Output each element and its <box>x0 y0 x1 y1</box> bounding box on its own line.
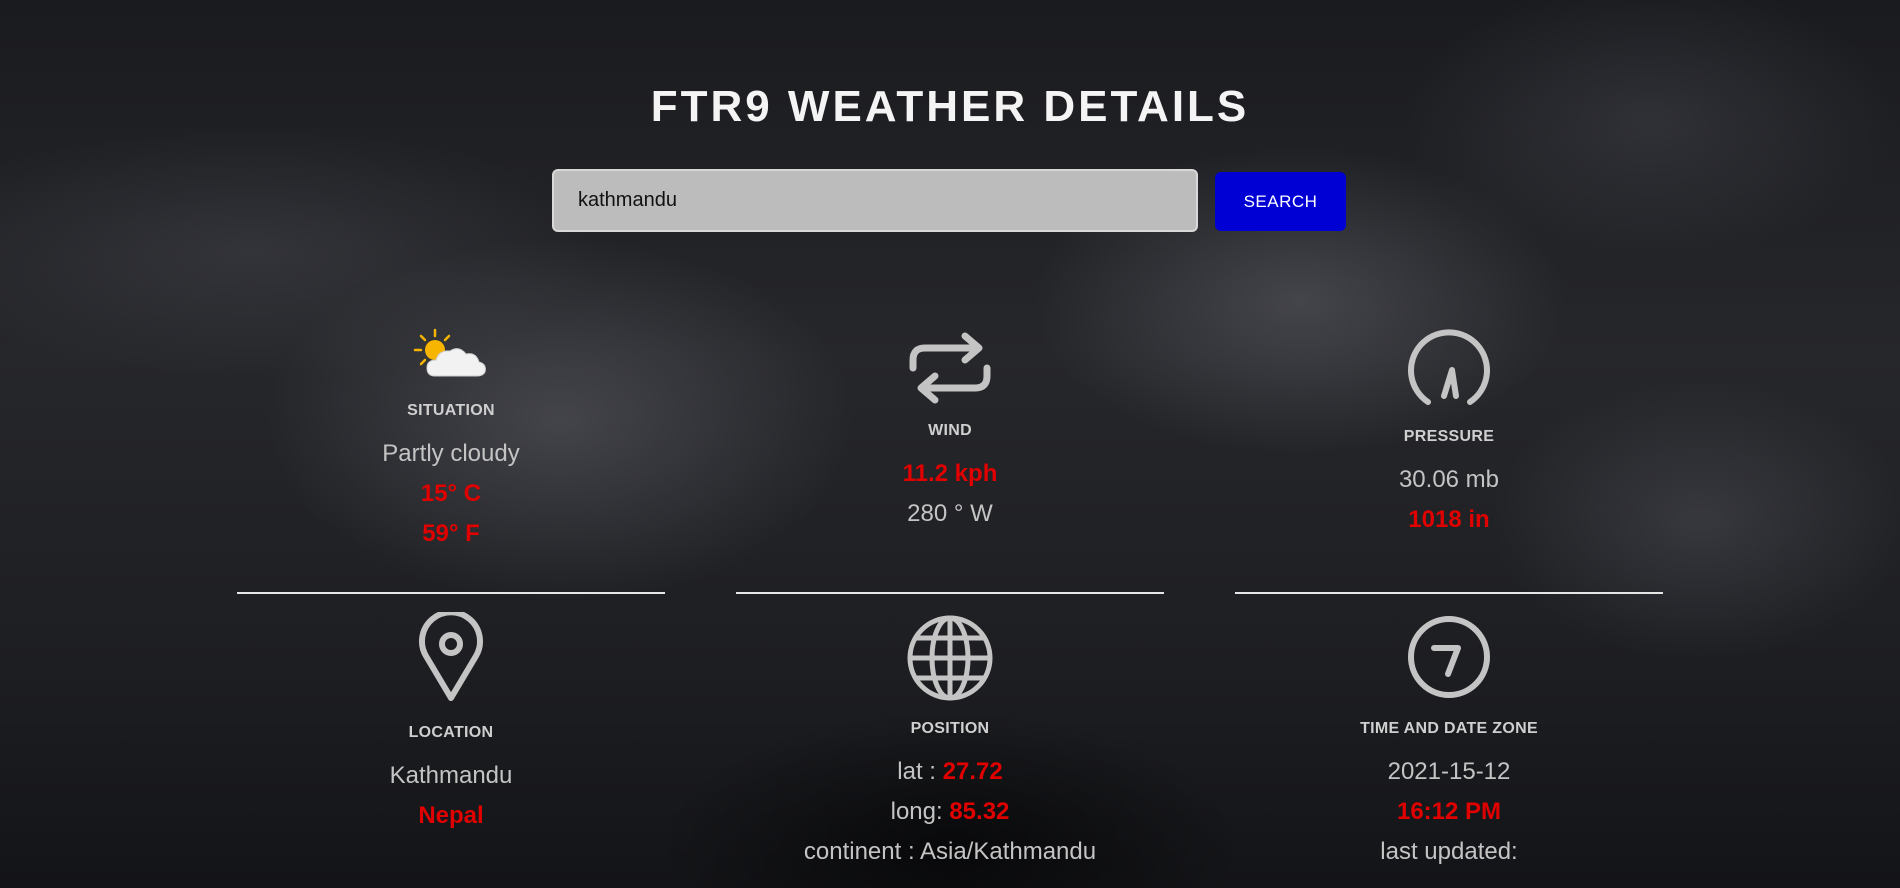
location-card: LOCATION Kathmandu Nepal <box>238 612 664 836</box>
search-input[interactable] <box>552 169 1198 232</box>
situation-card: SITUATION Partly cloudy 15° C 59° F <box>238 328 664 554</box>
longitude-label: long: <box>890 798 950 825</box>
local-time: 16:12 PM <box>1396 798 1502 825</box>
pressure-label: PRESSURE <box>1403 428 1495 445</box>
partly-cloudy-icon <box>413 328 486 377</box>
time-label: TIME AND DATE ZONE <box>1360 720 1538 737</box>
divider-center <box>736 592 1164 594</box>
temperature-celsius: 15° C <box>420 480 482 507</box>
search-button[interactable]: SEARCH <box>1215 172 1346 231</box>
location-label: LOCATION <box>408 724 494 741</box>
latitude-value: 27.72 <box>942 758 1003 785</box>
map-pin-icon <box>419 612 483 701</box>
situation-label: SITUATION <box>407 402 495 419</box>
continent: continent : Asia/Kathmandu <box>803 838 1097 865</box>
position-card: POSITION lat : 27.72 long: 85.32 contine… <box>737 614 1163 872</box>
location-city: Kathmandu <box>389 762 513 789</box>
last-updated: last updated: <box>1380 838 1518 865</box>
longitude-row: long: 85.32 <box>737 792 1163 832</box>
globe-icon <box>907 615 993 701</box>
gauge-icon <box>1408 329 1490 405</box>
pressure-mb: 30.06 mb <box>1398 466 1500 493</box>
location-country: Nepal <box>418 802 484 829</box>
position-label: POSITION <box>910 720 990 737</box>
wind-card: WIND 11.2 kph 280 ° W <box>737 330 1163 534</box>
wind-arrows-icon <box>909 332 991 404</box>
time-card: TIME AND DATE ZONE 2021-15-12 16:12 PM l… <box>1236 614 1662 872</box>
wind-direction: 280 ° W <box>907 500 993 527</box>
situation-condition: Partly cloudy <box>382 440 520 467</box>
pressure-in: 1018 in <box>1408 506 1490 533</box>
clock-icon <box>1408 616 1490 698</box>
divider-left <box>237 592 665 594</box>
pressure-card: PRESSURE 30.06 mb 1018 in <box>1236 326 1662 540</box>
latitude-label: lat : <box>897 758 943 785</box>
temperature-fahrenheit: 59° F <box>422 520 480 547</box>
wind-speed: 11.2 kph <box>902 460 998 487</box>
wind-label: WIND <box>928 422 972 439</box>
divider-right <box>1235 592 1663 594</box>
local-date: 2021-15-12 <box>1387 758 1511 785</box>
page-title: FTR9 WEATHER DETAILS <box>650 82 1250 131</box>
latitude-row: lat : 27.72 <box>737 752 1163 792</box>
longitude-value: 85.32 <box>949 798 1010 825</box>
